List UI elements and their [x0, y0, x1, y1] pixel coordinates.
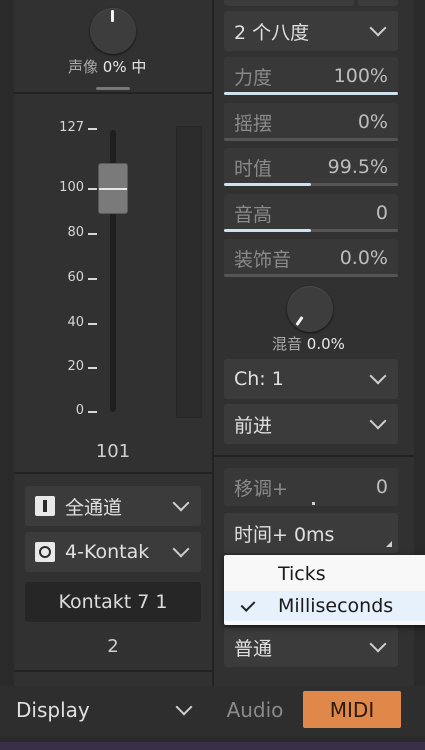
fader-tick-label: 40: [67, 315, 84, 330]
fader-tick-mark: [88, 128, 97, 130]
channel-dropdown[interactable]: 全通道: [25, 486, 201, 526]
direction-dropdown[interactable]: 前进: [224, 404, 398, 444]
param-velocity-bar: [224, 92, 398, 95]
param-duration-value: 99.5%: [327, 156, 388, 178]
channel-number: 2: [107, 636, 119, 657]
right-separator: [214, 455, 414, 457]
transpose-center-dot: [312, 502, 315, 505]
param-swing-label: 摇摆: [234, 112, 273, 135]
param-velocity-value: 100%: [333, 65, 388, 87]
top-stub-buttons: [224, 0, 398, 6]
pan-position: 中: [131, 58, 147, 76]
param-ornament-label: 装饰音: [234, 248, 292, 271]
fader-tick-mark: [88, 367, 97, 369]
time-unit-menu: Ticks Milliseconds: [224, 555, 425, 625]
port-icon: [35, 542, 55, 562]
menu-item-ticks[interactable]: Ticks: [224, 559, 425, 589]
mode-value: 普通: [234, 637, 273, 660]
channel-icon: [35, 496, 55, 516]
chevron-down-icon: [175, 698, 193, 716]
param-duration[interactable]: 时值 99.5%: [224, 148, 398, 186]
fader-tick-mark: [88, 278, 97, 280]
param-ornament[interactable]: 装饰音 0.0%: [224, 239, 398, 277]
menu-item-ticks-label: Ticks: [278, 563, 326, 585]
fader-level-value: 101: [95, 441, 131, 462]
mix-label: 混音: [272, 335, 303, 353]
pan-knob[interactable]: [90, 8, 136, 54]
param-duration-bar: [224, 183, 311, 186]
pan-divider-handle[interactable]: [96, 87, 130, 90]
display-dropdown-label: Display: [16, 698, 90, 722]
chevron-down-icon: [369, 19, 387, 37]
param-transpose-label: 移调+: [234, 477, 288, 500]
pan-separator: [14, 92, 212, 94]
menu-item-milliseconds[interactable]: Milliseconds: [224, 591, 425, 621]
fader-tick-mark: [88, 233, 97, 235]
port-dropdown-value: 4-Kontak: [65, 541, 150, 563]
direction-value: 前进: [234, 414, 273, 437]
param-pitch-value: 0: [375, 202, 388, 224]
display-dropdown[interactable]: Display: [16, 692, 198, 728]
fader-tick-label: 100: [59, 180, 84, 195]
menu-item-milliseconds-label: Milliseconds: [278, 595, 394, 617]
mix-readout: 混音 0.0%: [272, 333, 345, 354]
resize-corner-icon: [386, 541, 392, 547]
param-velocity-label: 力度: [234, 66, 273, 89]
tab-audio[interactable]: Audio: [222, 692, 288, 728]
pan-label: 声像: [68, 58, 99, 76]
level-meter: [176, 126, 202, 418]
chevron-down-icon: [369, 635, 387, 653]
instrument-name-field[interactable]: Kontakt 7 1: [25, 582, 201, 622]
port-dropdown[interactable]: 4-Kontak: [25, 532, 201, 572]
fader-tick-mark: [88, 411, 97, 413]
midi-channel-dropdown[interactable]: Ch: 1: [224, 359, 398, 399]
tab-midi-label: MIDI: [329, 697, 375, 722]
mix-value: 0.0%: [306, 335, 345, 353]
octave-dropdown[interactable]: 2 个八度: [224, 11, 398, 51]
param-swing-value: 0%: [357, 111, 388, 133]
column-divider: [212, 0, 214, 686]
param-transpose[interactable]: 移调+ 0: [224, 468, 398, 506]
fader-tick-label: 80: [67, 225, 84, 240]
fader-tick-mark: [88, 188, 97, 190]
fader-tick-label: 20: [67, 359, 84, 374]
chevron-down-icon: [172, 540, 190, 558]
midi-channel-value: Ch: 1: [234, 368, 284, 390]
tab-audio-label: Audio: [226, 698, 284, 722]
pan-readout: 声像 0% 中: [68, 56, 146, 77]
chevron-down-icon: [172, 494, 190, 512]
param-pitch-label: 音高: [234, 203, 273, 226]
fader-tick-label: 127: [59, 120, 84, 135]
chevron-down-icon: [369, 412, 387, 430]
instrument-name: Kontakt 7 1: [58, 591, 168, 613]
fader-tick-mark: [88, 323, 97, 325]
checkmark-icon: [240, 597, 256, 612]
mode-dropdown[interactable]: 普通: [224, 627, 398, 667]
param-pitch-bar: [224, 229, 311, 232]
param-transpose-value: 0: [375, 476, 388, 498]
window-bottom-border: [0, 742, 425, 750]
octave-dropdown-value: 2 个八度: [234, 21, 310, 44]
channel-dropdown-value: 全通道: [65, 496, 123, 519]
param-pitch[interactable]: 音高 0: [224, 194, 398, 232]
chevron-down-icon: [369, 367, 387, 385]
fader-tick-label: 0: [75, 403, 84, 418]
time-offset-label: 时间+ 0ms: [234, 523, 335, 546]
volume-fader-handle[interactable]: [98, 163, 128, 214]
param-ornament-value: 0.0%: [339, 247, 388, 269]
param-velocity[interactable]: 力度 100%: [224, 57, 398, 95]
pan-value: 0%: [102, 58, 127, 76]
param-swing[interactable]: 摇摆 0%: [224, 103, 398, 141]
fader-tick-label: 60: [67, 270, 84, 285]
bottom-strip-separator: [14, 670, 212, 672]
fader-separator: [14, 472, 212, 474]
tab-midi[interactable]: MIDI: [303, 691, 401, 728]
param-duration-label: 时值: [234, 157, 273, 180]
time-offset-field[interactable]: 时间+ 0ms: [224, 513, 398, 553]
mix-knob[interactable]: [287, 286, 333, 332]
